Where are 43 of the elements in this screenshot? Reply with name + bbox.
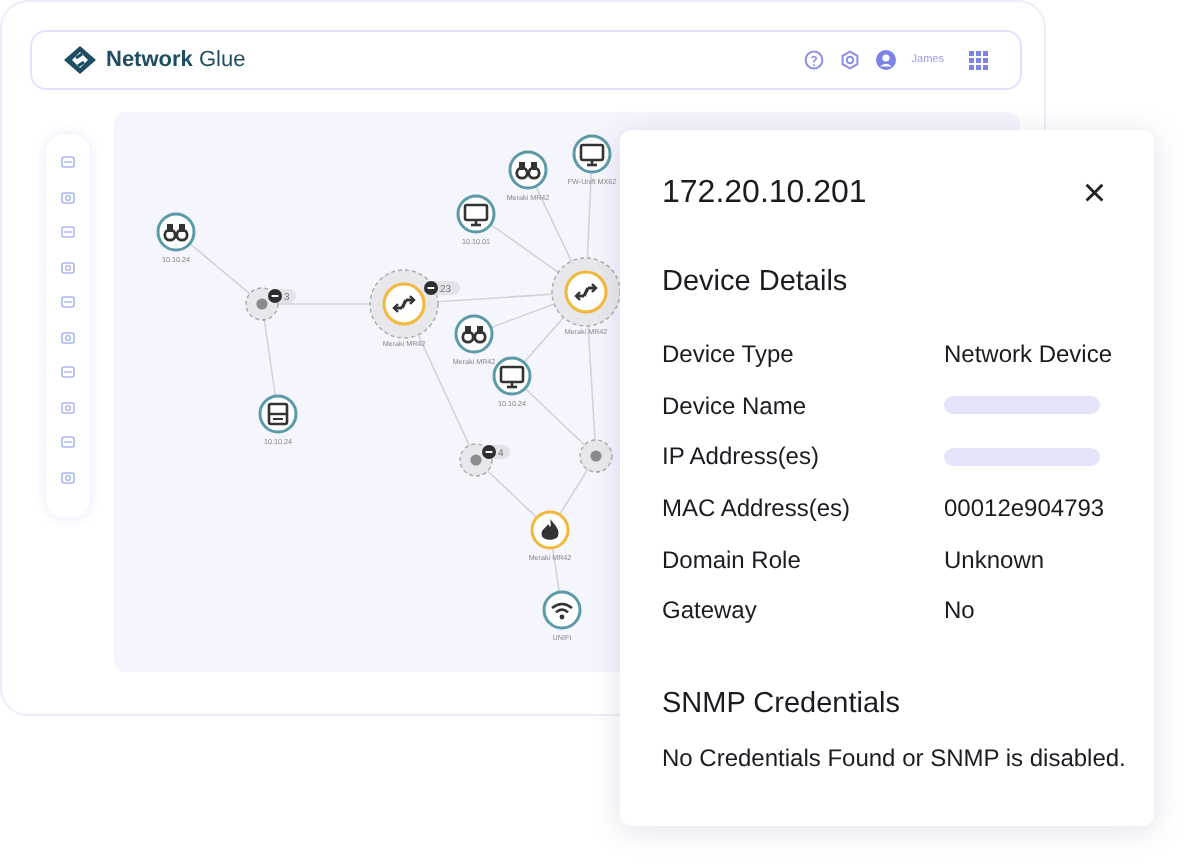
nav-icon[interactable] — [60, 364, 76, 380]
cluster-node[interactable] — [579, 439, 613, 473]
switch-node[interactable] — [564, 270, 608, 314]
nav-icon[interactable] — [60, 189, 76, 205]
nav-icon[interactable] — [60, 259, 76, 275]
field-label: Domain Role — [662, 545, 803, 574]
monitor-node[interactable] — [572, 134, 612, 174]
field-label: IP Address(es) — [662, 442, 821, 471]
field-label: MAC Address(es) — [662, 493, 853, 522]
section-heading: Device Details — [662, 266, 850, 298]
field-value: No — [944, 596, 977, 625]
nav-icon[interactable] — [60, 329, 76, 345]
nav-icon[interactable] — [60, 469, 76, 485]
close-button[interactable]: × — [1078, 174, 1110, 214]
binoculars-node[interactable] — [156, 212, 196, 252]
snmp-message: No Credentials Found or SNMP is disabled. — [662, 744, 1126, 773]
monitor-node[interactable] — [492, 356, 532, 396]
field-value: Unknown — [944, 545, 1047, 574]
field-label: Gateway — [662, 596, 759, 625]
brand-name: Network Glue — [106, 48, 246, 72]
panel-title: 172.20.10.201 — [662, 176, 867, 212]
help-icon[interactable] — [803, 50, 824, 70]
field-label: Device Name — [662, 391, 809, 420]
monitor-node[interactable] — [456, 194, 496, 234]
nav-icon[interactable] — [60, 294, 76, 310]
binoculars-node[interactable] — [508, 150, 548, 190]
apps-grid-icon[interactable] — [968, 50, 988, 70]
logo-icon — [64, 46, 96, 74]
nav-icon[interactable] — [60, 224, 76, 240]
nav-icon[interactable] — [60, 434, 76, 450]
binoculars-node[interactable] — [454, 314, 494, 354]
server-node[interactable] — [258, 394, 298, 434]
nav-icon[interactable] — [60, 154, 76, 170]
section-heading: SNMP Credentials — [662, 688, 903, 721]
nav-icon[interactable] — [60, 399, 76, 415]
avatar-icon[interactable] — [875, 50, 896, 70]
settings-icon[interactable] — [839, 50, 860, 70]
flame-node[interactable] — [530, 510, 570, 550]
switch-node[interactable] — [382, 282, 426, 326]
field-label: Device Type — [662, 339, 796, 368]
wifi-node[interactable] — [542, 590, 582, 630]
field-value: 00012e904793 — [944, 493, 1107, 522]
field-value: Network Device — [944, 339, 1115, 368]
